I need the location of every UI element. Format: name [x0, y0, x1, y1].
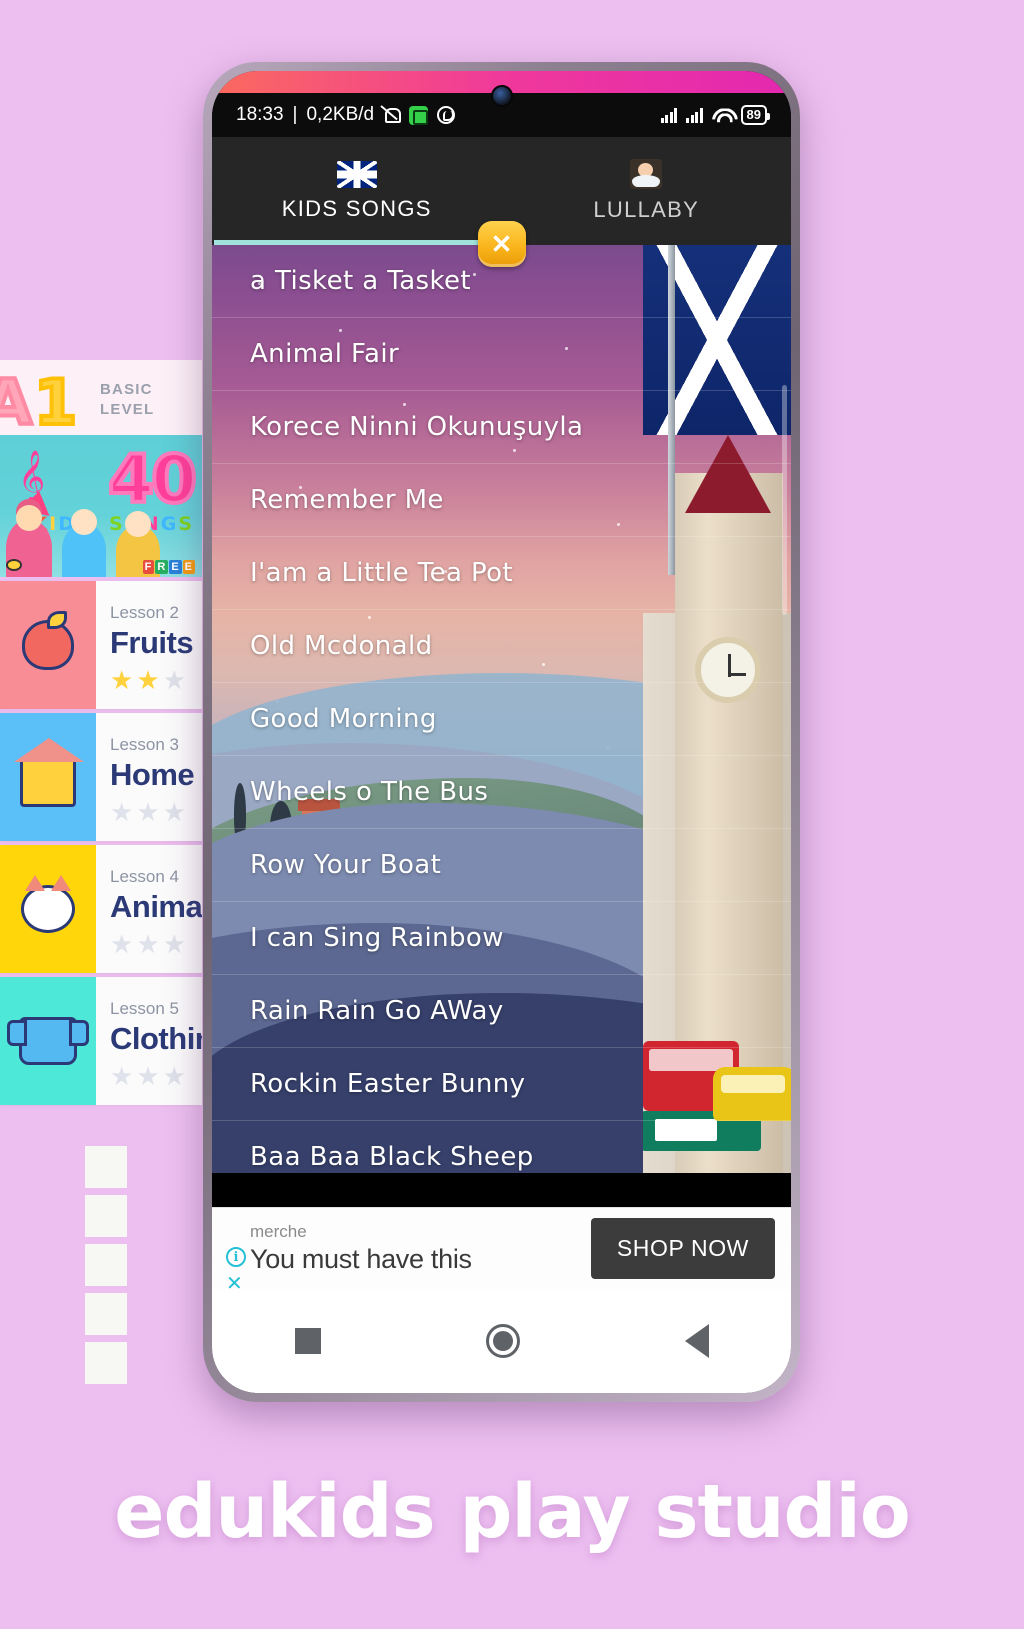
song-list[interactable]: a Tisket a Tasket Animal Fair Korece Nin…: [212, 245, 791, 1173]
placeholder-card: [85, 1244, 127, 1286]
house-icon: [0, 713, 96, 841]
lesson-rating: ★★★: [110, 929, 189, 959]
close-overlay-button[interactable]: ✕: [477, 221, 526, 267]
song-item[interactable]: Baa Baa Black Sheep: [212, 1121, 791, 1173]
shop-now-button[interactable]: SHOP NOW: [590, 1218, 775, 1279]
signal-bars-icon: [686, 107, 703, 123]
lesson-number: Lesson 4: [110, 867, 179, 886]
tab-label: LULLABY: [593, 197, 700, 222]
song-item[interactable]: Rain Rain Go AWay: [212, 975, 791, 1048]
lesson-number: Lesson 3: [110, 735, 179, 754]
lesson-title: Animals: [110, 889, 202, 924]
tab-bar: KIDS SONGS LULLABY ✕: [212, 137, 792, 267]
phone-frame: 18:33 | 0,2KB/d 89 KIDS SONGS LULLABY ✕ …: [203, 62, 800, 1402]
tab-label: KIDS SONGS: [281, 195, 432, 221]
ad-advertiser: merche: [250, 1222, 307, 1241]
album-number: 40: [106, 439, 199, 520]
placeholder-card: [85, 1342, 127, 1384]
home-icon[interactable]: [485, 1324, 520, 1358]
phone-screen: 18:33 | 0,2KB/d 89 KIDS SONGS LULLABY ✕ …: [212, 71, 791, 1393]
lesson-card[interactable]: Lesson 3 Home ★★★: [0, 713, 202, 841]
battery-indicator: 89: [740, 104, 771, 126]
apple-icon: [0, 581, 96, 709]
green-app-icon: [409, 105, 429, 125]
song-item[interactable]: Old Mcdonald: [212, 610, 791, 683]
song-item[interactable]: Korece Ninni Okunuşuyla: [212, 391, 791, 464]
whatsapp-icon: [437, 106, 456, 124]
kid-illustration: [62, 509, 106, 577]
song-item[interactable]: Good Morning: [212, 683, 791, 756]
uk-flag-icon: [336, 160, 377, 188]
lesson-title: Clothing: [110, 1021, 202, 1056]
level-label-line2: LEVEL: [100, 401, 155, 419]
tab-lullaby[interactable]: LULLABY: [502, 137, 792, 245]
bee-icon: [6, 559, 22, 571]
placeholder-card: [85, 1146, 127, 1188]
song-item[interactable]: Animal Fair: [212, 318, 791, 391]
promo-artwork: A1 BASIC LEVEL 𝄞 40 KIDS SONGS FREE: [0, 360, 202, 1105]
back-icon[interactable]: [684, 1324, 709, 1358]
baby-icon: [630, 159, 663, 189]
tab-kids-songs[interactable]: KIDS SONGS: [212, 137, 502, 245]
status-time: 18:33: [236, 104, 284, 125]
lesson-number: Lesson 2: [110, 603, 179, 622]
song-item[interactable]: I can Sing Rainbow: [212, 902, 791, 975]
song-item[interactable]: Wheels o The Bus: [212, 756, 791, 829]
lesson-rating: ★★★: [110, 797, 189, 827]
lesson-title: Home: [110, 757, 195, 792]
wifi-icon: [712, 107, 732, 122]
free-badge: FREE: [142, 560, 195, 574]
song-item[interactable]: Row Your Boat: [212, 829, 791, 902]
song-item[interactable]: Rockin Easter Bunny: [212, 1048, 791, 1121]
lesson-title: Fruits: [110, 625, 194, 660]
lesson-rating: ★★★: [110, 665, 189, 695]
scrollbar[interactable]: [782, 385, 787, 615]
placeholder-card: [85, 1293, 127, 1335]
level-badge: A1: [0, 364, 79, 435]
placeholder-cards: [85, 1146, 127, 1391]
ad-banner[interactable]: i ✕ merche You must have this SHOP NOW: [212, 1207, 791, 1294]
brand-title: edukids play studio: [114, 1469, 910, 1555]
lesson-number: Lesson 5: [110, 999, 179, 1018]
album-title: KIDS SONGS: [32, 513, 194, 535]
lesson-card[interactable]: Lesson 5 Clothing ★★★: [0, 977, 202, 1105]
level-header-card: A1 BASIC LEVEL: [0, 360, 202, 435]
level-label: BASIC LEVEL: [100, 380, 154, 421]
bell-muted-icon: [383, 107, 402, 124]
lesson-card[interactable]: Lesson 4 Animals ★★★: [0, 845, 202, 973]
song-item[interactable]: I'am a Little Tea Pot: [212, 537, 791, 610]
shirt-icon: [0, 977, 96, 1105]
cat-icon: [0, 845, 96, 973]
lesson-rating: ★★★: [110, 1061, 189, 1091]
status-separator: |: [292, 104, 298, 125]
status-data-rate: 0,2KB/d: [306, 104, 375, 125]
ad-headline: You must have this: [250, 1244, 472, 1274]
level-label-line1: BASIC: [100, 381, 153, 398]
front-camera: [490, 85, 513, 107]
navigation-bar: [212, 1289, 791, 1393]
signal-bars-icon: [660, 107, 678, 123]
song-item[interactable]: Remember Me: [212, 464, 791, 537]
info-icon[interactable]: i: [226, 1247, 246, 1267]
song-list-container[interactable]: a Tisket a Tasket Animal Fair Korece Nin…: [212, 245, 791, 1173]
recents-icon[interactable]: [294, 1328, 321, 1354]
album-cover-card: 𝄞 40 KIDS SONGS FREE: [0, 435, 202, 577]
placeholder-card: [85, 1195, 127, 1237]
page-background: A1 BASIC LEVEL 𝄞 40 KIDS SONGS FREE: [0, 0, 1024, 1629]
status-bar: 18:33 | 0,2KB/d 89: [212, 85, 791, 137]
lesson-card[interactable]: Lesson 2 Fruits ★★★: [0, 581, 202, 709]
